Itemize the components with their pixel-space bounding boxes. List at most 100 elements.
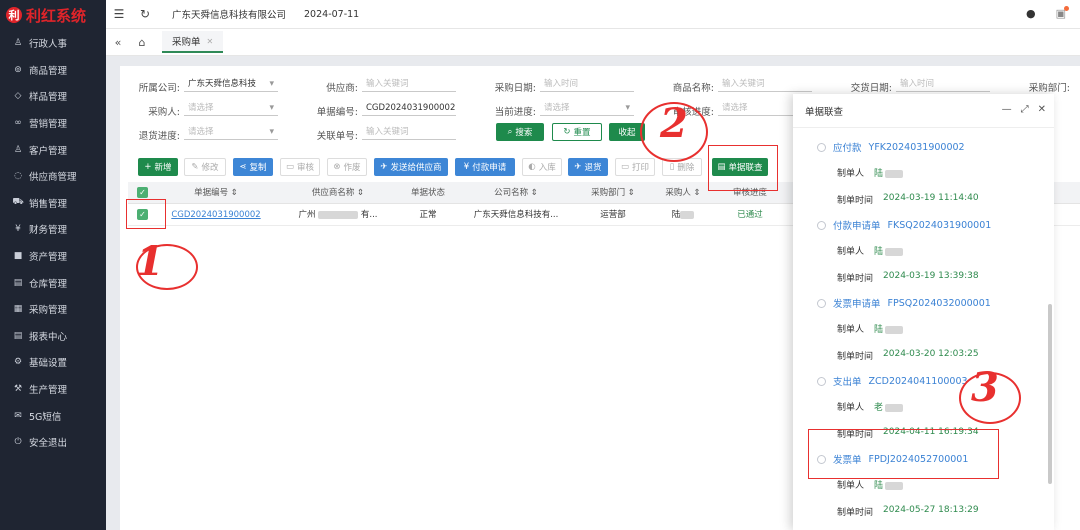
panel-scrollbar[interactable] bbox=[1048, 304, 1052, 484]
related-no-input[interactable]: 输入关键词 bbox=[362, 124, 456, 140]
sidebar-item-label: 资产管理 bbox=[29, 252, 68, 264]
status-cell: 正常 bbox=[419, 210, 437, 220]
linked-document-link[interactable]: 付款申请单 FKSQ2024031900001 bbox=[817, 218, 1037, 232]
current-progress-select[interactable]: 请选择 bbox=[540, 100, 634, 116]
sidebar-item-label: 基础设置 bbox=[29, 358, 68, 370]
sidebar-item-label: 行政人事 bbox=[29, 39, 68, 51]
maker-row: 制单人陆 bbox=[837, 322, 1037, 335]
return-button[interactable]: ✈ 退货 bbox=[568, 158, 608, 176]
sidebar-item-14[interactable]: ✉ 5G短信 bbox=[0, 402, 106, 429]
message-icon: ✉ bbox=[14, 410, 22, 421]
buyer-select[interactable]: 请选择 bbox=[184, 100, 278, 116]
goods-input[interactable]: 输入关键词 bbox=[718, 76, 812, 92]
close-icon[interactable]: ✕ bbox=[207, 37, 214, 46]
collapse-tabs-icon[interactable]: « bbox=[106, 36, 130, 49]
notification-icon[interactable]: ▣ bbox=[1056, 6, 1070, 20]
sidebar-item-2[interactable]: ◇ 样品管理 bbox=[0, 83, 106, 110]
sidebar-item-9[interactable]: ▤ 仓库管理 bbox=[0, 269, 106, 296]
sidebar-item-13[interactable]: ⚒ 生产管理 bbox=[0, 376, 106, 403]
header-dept[interactable]: 采购部门 ⇕ bbox=[573, 182, 653, 204]
sidebar-item-0[interactable]: ♙ 行政人事 bbox=[0, 30, 106, 57]
tab-purchase-order[interactable]: 采购单 ✕ bbox=[162, 31, 224, 53]
void-icon: ⊗ bbox=[333, 162, 341, 172]
audit-button[interactable]: ▭ 审核 bbox=[280, 158, 320, 176]
menu-toggle-icon[interactable]: ☰ bbox=[106, 7, 132, 21]
current-progress-label: 当前进度: bbox=[494, 107, 536, 118]
header-order-no[interactable]: 单据编号 ⇕ bbox=[168, 182, 264, 204]
sidebar-item-3[interactable]: ∞ 营销管理 bbox=[0, 110, 106, 137]
refresh-icon[interactable]: ↻ bbox=[132, 7, 158, 21]
gear-icon: ⚙ bbox=[13, 357, 23, 368]
linked-document-item: 发票申请单 FPSQ2024032000001 制单人陆制单时间 2024-03-20… bbox=[817, 296, 1037, 362]
reset-icon: ↻ bbox=[563, 127, 571, 137]
return-icon: ✈ bbox=[574, 162, 582, 172]
search-button[interactable]: ⌕ 搜索 bbox=[496, 123, 544, 141]
sidebar-item-11[interactable]: ▤ 报表中心 bbox=[0, 323, 106, 350]
sidebar-item-4[interactable]: ♙ 客户管理 bbox=[0, 136, 106, 163]
reset-button[interactable]: ↻ 重置 bbox=[552, 123, 602, 141]
return-progress-select[interactable]: 请选择 bbox=[184, 124, 278, 140]
handshake-icon: ∞ bbox=[14, 118, 22, 129]
linked-document-link[interactable]: 发票申请单 FPSQ2024032000001 bbox=[817, 296, 1037, 310]
timeline-dot-icon bbox=[817, 298, 826, 308]
company-cell: 广东天舜信息科技有... bbox=[473, 210, 559, 220]
maximize-icon[interactable]: ⤢ bbox=[1021, 104, 1029, 115]
company-select[interactable]: 广东天舜信息科技 bbox=[184, 76, 278, 92]
pencil-icon: ✎ bbox=[191, 162, 199, 172]
supplier-cell: 广州 有... bbox=[298, 210, 378, 220]
plus-icon: + bbox=[144, 162, 152, 172]
stock-in-button[interactable]: ◐ 入库 bbox=[522, 158, 562, 176]
maker-row: 制单人陆 bbox=[837, 478, 1037, 491]
tab-label: 采购单 bbox=[172, 37, 201, 48]
sidebar-item-6[interactable]: ⛟ 销售管理 bbox=[0, 190, 106, 217]
audit-cell: 已通过 bbox=[737, 210, 763, 220]
sidebar-item-5[interactable]: ◌ 供应商管理 bbox=[0, 163, 106, 190]
print-button[interactable]: ▭ 打印 bbox=[615, 158, 655, 176]
header-buyer[interactable]: 采购人 ⇕ bbox=[653, 182, 713, 204]
supplier-input[interactable]: 输入关键词 bbox=[362, 76, 456, 92]
warehouse-icon: ▤ bbox=[13, 277, 23, 288]
sidebar-item-12[interactable]: ⚙ 基础设置 bbox=[0, 349, 106, 376]
minimize-icon[interactable]: — bbox=[1002, 104, 1012, 115]
add-button[interactable]: + 新增 bbox=[138, 158, 178, 176]
report-icon: ▤ bbox=[13, 330, 23, 341]
sidebar-item-label: 生产管理 bbox=[29, 385, 68, 397]
supplier-label: 供应商: bbox=[326, 83, 358, 94]
purchase-date-input[interactable]: 输入时间 bbox=[540, 76, 634, 92]
purchase-icon: ▦ bbox=[13, 304, 23, 315]
void-button[interactable]: ⊗ 作废 bbox=[327, 158, 367, 176]
copy-button[interactable]: ⋖ 复制 bbox=[233, 158, 273, 176]
trash-icon: ▯ bbox=[669, 162, 675, 172]
send-supplier-button[interactable]: ✈ 发送给供应商 bbox=[374, 158, 448, 176]
apple-icon[interactable]: ● bbox=[1026, 7, 1036, 20]
sidebar-item-15[interactable]: ⏻ 安全退出 bbox=[0, 429, 106, 456]
buyer-label: 采购人: bbox=[148, 107, 180, 118]
stock-in-icon: ◐ bbox=[528, 162, 536, 172]
send-icon: ✈ bbox=[380, 162, 388, 172]
sidebar-item-1[interactable]: ⊚ 商品管理 bbox=[0, 57, 106, 84]
pay-apply-button[interactable]: ¥ 付款申请 bbox=[455, 158, 515, 176]
select-all-checkbox[interactable]: ✓ bbox=[137, 187, 148, 198]
linked-document-item: 付款申请单 FKSQ2024031900001 制单人陆制单时间 2024-03-19… bbox=[817, 218, 1037, 284]
order-no-link[interactable]: CGD2024031900002 bbox=[168, 204, 264, 226]
home-icon[interactable]: ⌂ bbox=[130, 36, 154, 49]
sidebar-item-label: 客户管理 bbox=[29, 145, 68, 157]
order-no-input[interactable]: CGD2024031900002 bbox=[362, 100, 456, 116]
header-company[interactable]: 公司名称 ⇕ bbox=[466, 182, 566, 204]
sidebar-item-10[interactable]: ▦ 采购管理 bbox=[0, 296, 106, 323]
power-icon: ⏻ bbox=[14, 437, 22, 448]
tag-icon: ◇ bbox=[14, 91, 22, 102]
edit-button[interactable]: ✎ 修改 bbox=[184, 158, 226, 176]
header-status: 单据状态 bbox=[410, 188, 445, 198]
sidebar-item-7[interactable]: ¥ 财务管理 bbox=[0, 216, 106, 243]
linked-document-link[interactable]: 应付款 YFK2024031900002 bbox=[817, 140, 1037, 154]
header-supplier[interactable]: 供应商名称 ⇕ bbox=[288, 182, 388, 204]
app-logo[interactable]: 利 利红系统 bbox=[0, 0, 106, 30]
close-icon[interactable]: ✕ bbox=[1038, 104, 1046, 115]
sidebar-item-8[interactable]: ■ 资产管理 bbox=[0, 243, 106, 270]
box-icon: ⊚ bbox=[14, 64, 22, 75]
trade-date-input[interactable]: 输入时间 bbox=[896, 76, 990, 92]
person-icon: ♙ bbox=[13, 38, 23, 49]
sidebar-item-label: 供应商管理 bbox=[29, 172, 77, 184]
annotation-box-1 bbox=[126, 199, 166, 229]
